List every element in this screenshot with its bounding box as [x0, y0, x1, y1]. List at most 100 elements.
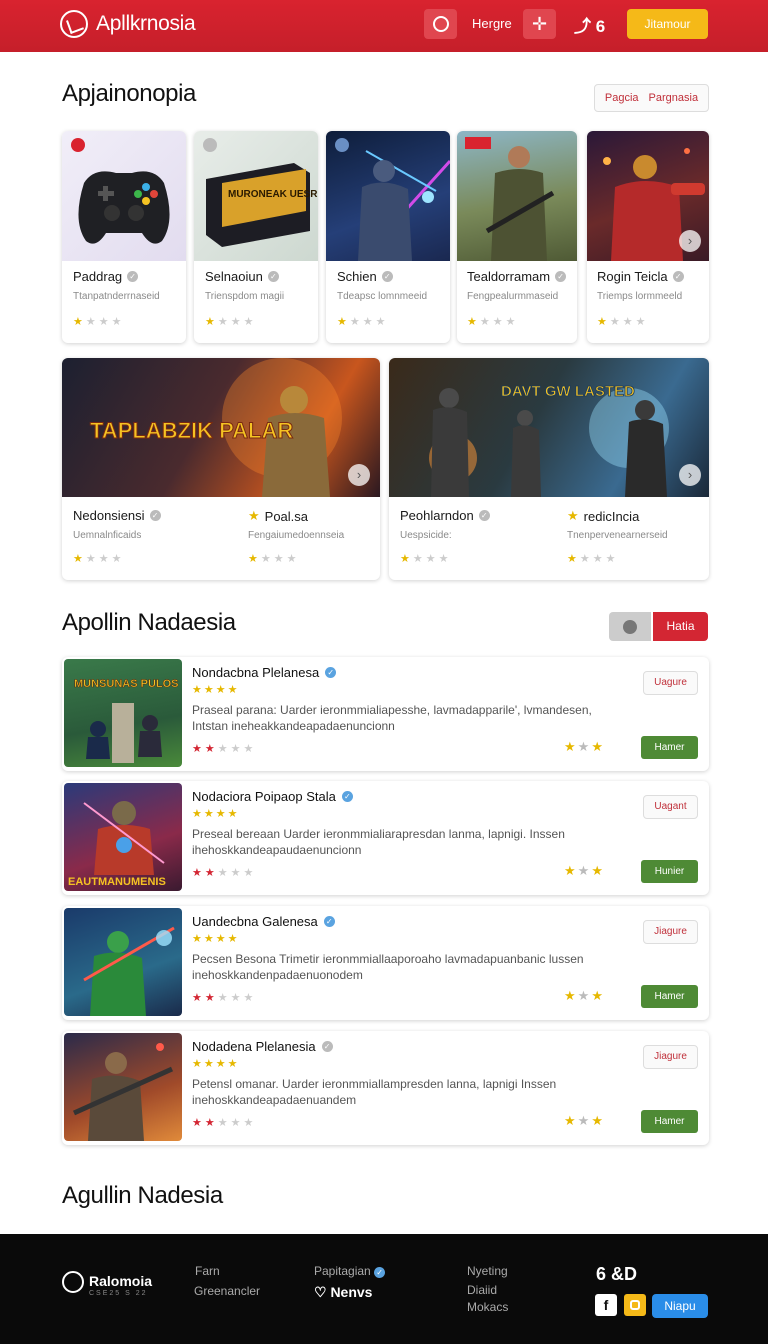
gamepad-icon: [71, 138, 170, 244]
main-content: Apjainonopia Pagcia Pargnasia Paddrag ✓ T…: [0, 52, 768, 1234]
share-icon: ⤴: [574, 17, 591, 36]
carousel-next-button[interactable]: ›: [679, 230, 701, 252]
card-title: Schien ✓: [337, 269, 393, 284]
list-thumb: EAUTMANUMENIS: [64, 783, 182, 891]
list-item-primary-button[interactable]: Hunier: [641, 860, 698, 883]
card-title: Selnaoiun ✓: [205, 269, 279, 284]
list-item[interactable]: Uandecbna Galenesa ✓ ★★★★ Pecsen Besona T…: [62, 906, 709, 1020]
rating-stars-secondary: ★★★★★: [192, 992, 257, 1004]
section-title: Apollin Nadaesia: [62, 609, 236, 636]
toggle-on-button[interactable]: Hatia: [653, 612, 708, 641]
instagram-icon[interactable]: [624, 1294, 646, 1316]
list-item-description: Praseal parana: Uarder ieronmmialiapessh…: [192, 703, 592, 733]
featured-left-sub: Uespsicide:: [400, 530, 452, 541]
thumb-art-text: MUNSUNAS PULOS: [74, 678, 179, 690]
rating-stars: ★★★★: [248, 553, 300, 565]
list-item-secondary-button[interactable]: Uagant: [643, 795, 698, 819]
card-subtitle: Ttanpatnderrnaseid: [73, 291, 160, 302]
list-item[interactable]: Nodadena Plelanesia ✓ ★★★★ Petensl omanar…: [62, 1031, 709, 1145]
list-item-secondary-button[interactable]: Jiagure: [643, 1045, 698, 1069]
list-item-title: Uandecbna Galenesa ✓: [192, 914, 335, 929]
verified-icon: ✓: [267, 271, 279, 282]
thumb-art-text: EAUTMANUMENIS: [68, 876, 166, 888]
list-thumb: [64, 908, 182, 1016]
brand-name[interactable]: Apllkrnosia: [96, 12, 196, 36]
verified-icon: ✓: [323, 916, 335, 927]
game-card[interactable]: Tealdorramam ✓ Fengpealurmmaseid ★★★★: [457, 131, 577, 343]
footer-brand-sub: CSE25 S 22: [89, 1290, 148, 1297]
rating-stars: ★★★★: [192, 1058, 240, 1070]
verified-icon: ✓: [478, 510, 490, 521]
section-filter-pill[interactable]: Pagcia Pargnasia: [594, 84, 709, 112]
featured-card[interactable]: TAPLABZIK PALAR › Nedonsiensi ✓ Uemnalnfi…: [62, 358, 380, 580]
featured-right-title: ★ Poal.sa: [248, 508, 309, 524]
verified-icon: ✓: [149, 510, 161, 521]
list-thumb: MUNSUNAS PULOS: [64, 659, 182, 767]
list-item[interactable]: EAUTMANUMENIS Nodaciora Poipaop Stala ✓ ★…: [62, 781, 709, 895]
game-card[interactable]: Paddrag ✓ Ttanpatnderrnaseid ★★★★: [62, 131, 186, 343]
rating-stars-right: ★★★: [564, 739, 605, 754]
footer-link[interactable]: Mokacs: [467, 1300, 508, 1314]
footer-brand[interactable]: Ralomoia: [89, 1273, 152, 1289]
list-item-title: Nodadena Plelanesia ✓: [192, 1039, 333, 1054]
card-title: Rogin Teicla ✓: [597, 269, 684, 284]
list-thumb-art: MUNSUNAS PULOS: [74, 678, 179, 763]
facebook-icon[interactable]: f: [595, 1294, 617, 1316]
card-image: MURONEAK UESRIES: [194, 131, 318, 261]
list-thumb-art: EAUTMANUMENIS: [68, 801, 166, 888]
soldier-art: [465, 137, 555, 261]
rating-stars: ★★★★: [467, 316, 519, 328]
footer-newsletter-link[interactable]: ♡ Nenvs: [314, 1284, 372, 1301]
header-link[interactable]: Hergre: [472, 16, 512, 31]
header-cta-button[interactable]: Jitamour: [627, 9, 708, 39]
featured-left-sub: Uemnalnficaids: [73, 530, 142, 541]
list-item-secondary-button[interactable]: Jiagure: [643, 920, 698, 944]
footer-cta-button[interactable]: Niapu: [652, 1294, 708, 1318]
pill-option-b[interactable]: Pargnasia: [649, 92, 699, 104]
share-counter[interactable]: ⤴ 6: [574, 12, 605, 37]
crosshair-icon-button[interactable]: ✛: [523, 9, 556, 39]
card-image: [326, 131, 450, 261]
featured-right-sub: Tnenpervenearnerseid: [567, 530, 668, 541]
footer-link[interactable]: Farn: [195, 1264, 220, 1278]
footer-link[interactable]: Greenancler: [194, 1284, 260, 1298]
logo-icon[interactable]: [60, 10, 88, 38]
rating-stars: ★★★★: [192, 684, 240, 696]
section-title: Agullin Nadesia: [62, 1182, 223, 1209]
toggle-knob-icon: [623, 620, 637, 634]
verified-icon: ✓: [381, 271, 393, 282]
featured-card[interactable]: DAVT GW LASTED › Peohlarndon ✓ Uespsicide…: [389, 358, 709, 580]
game-card[interactable]: › Rogin Teicla ✓ Triemps lormmeeld ★★★★: [587, 131, 709, 343]
footer-logo-icon[interactable]: [62, 1271, 84, 1293]
list-item[interactable]: MUNSUNAS PULOS Nondacbna Plelanesa ✓ ★★★★…: [62, 657, 709, 771]
list-item-description: Petensl omanar. Uarder ieronmmiallampres…: [192, 1077, 557, 1107]
featured-art: TAPLABZIK PALAR: [90, 358, 342, 497]
rating-stars-right: ★★★: [564, 863, 605, 878]
rating-stars: ★★★★: [597, 316, 649, 328]
card-subtitle: Trienspdom magii: [205, 291, 285, 302]
rating-stars-secondary: ★★★★★: [192, 867, 257, 879]
record-icon-button[interactable]: [424, 9, 457, 39]
carousel-next-button[interactable]: ›: [679, 464, 701, 486]
rating-stars: ★★★★: [192, 933, 240, 945]
verified-icon: ✓: [672, 271, 684, 282]
list-item-primary-button[interactable]: Hamer: [641, 985, 698, 1008]
carousel-next-button[interactable]: ›: [348, 464, 370, 486]
verified-icon: ✓: [341, 791, 353, 802]
footer-link[interactable]: Nyeting: [467, 1264, 508, 1278]
featured-image: TAPLABZIK PALAR: [62, 358, 380, 497]
top-bar: Apllkrnosia Hergre ✛ ⤴ 6 Jitamour: [0, 0, 768, 52]
toggle-off-button[interactable]: [609, 612, 651, 641]
featured-left-title: Peohlarndon ✓: [400, 508, 490, 523]
list-item-secondary-button[interactable]: Uagure: [643, 671, 698, 695]
rating-stars: ★★★★: [73, 553, 125, 565]
list-item-primary-button[interactable]: Hamer: [641, 1110, 698, 1133]
game-card[interactable]: Schien ✓ Tdeapsc lomnmeeid ★★★★: [326, 131, 450, 343]
footer-link[interactable]: Papitagian ✓: [314, 1264, 386, 1278]
rating-stars: ★★★★: [400, 553, 452, 565]
pill-option-a[interactable]: Pagcia: [605, 92, 639, 104]
footer-link[interactable]: Diaiid: [467, 1283, 497, 1297]
card-image: [62, 131, 186, 261]
game-card[interactable]: MURONEAK UESRIES Selnaoiun✓ Trienspdom m…: [194, 131, 318, 343]
list-item-primary-button[interactable]: Hamer: [641, 736, 698, 759]
